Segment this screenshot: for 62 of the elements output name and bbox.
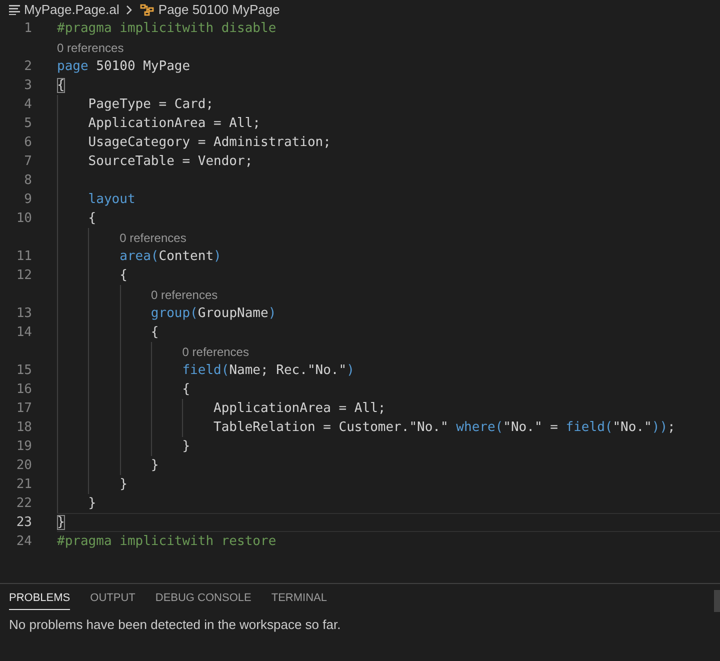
references-link[interactable]: 0 references xyxy=(57,40,124,54)
line-number: 19 xyxy=(15,439,32,454)
line-number: 2 xyxy=(23,59,32,74)
code-line: ApplicationArea = All; xyxy=(212,401,386,416)
code-line: #pragma implicitwith disable xyxy=(57,21,276,36)
line-number: 11 xyxy=(15,249,32,264)
code-line: { xyxy=(150,325,159,340)
panel-tab[interactable]: TERMINAL xyxy=(271,592,327,610)
code-line: group(GroupName) xyxy=(150,306,276,321)
code-line: { xyxy=(87,211,96,226)
code-line: UsageCategory = Administration; xyxy=(87,135,331,150)
line-number: 6 xyxy=(23,135,32,150)
scrollbar-thumb[interactable] xyxy=(714,590,720,612)
line-number: 12 xyxy=(15,268,32,283)
line-number: 8 xyxy=(23,173,32,188)
line-number: 24 xyxy=(15,534,32,549)
code-line: } xyxy=(118,477,128,492)
line-number: 20 xyxy=(15,458,32,473)
file-name[interactable]: MyPage.Page.al xyxy=(24,2,120,17)
line-number: 5 xyxy=(23,116,32,131)
code-line: { xyxy=(57,78,65,93)
code-line: ApplicationArea = All; xyxy=(87,116,260,131)
line-number: 15 xyxy=(15,363,32,378)
chevron-icon xyxy=(126,4,134,14)
code-line: } xyxy=(181,439,190,454)
code-line: field(Name; Rec."No.") xyxy=(181,363,354,378)
line-number: 23 xyxy=(15,515,32,530)
code-line: SourceTable = Vendor; xyxy=(87,154,253,169)
references-link[interactable]: 0 references xyxy=(120,230,186,244)
code-line: { xyxy=(181,382,190,397)
line-number: 10 xyxy=(15,211,32,226)
code-line: { xyxy=(118,268,128,283)
panel-tab[interactable]: DEBUG CONSOLE xyxy=(155,592,252,610)
code-line: area(Content) xyxy=(118,249,222,264)
line-number: 13 xyxy=(15,306,32,321)
line-number: 7 xyxy=(23,154,32,169)
code-line: } xyxy=(87,496,96,511)
symbol-name[interactable]: Page 50100 MyPage xyxy=(158,2,280,17)
references-link[interactable]: 0 references xyxy=(182,344,249,358)
code-line: PageType = Card; xyxy=(87,97,214,112)
panel-tab[interactable]: OUTPUT xyxy=(90,592,136,610)
references-link[interactable]: 0 references xyxy=(150,288,218,302)
panel-tab[interactable]: PROBLEMS xyxy=(9,592,70,610)
line-number: 17 xyxy=(15,401,32,416)
line-number: 18 xyxy=(15,420,32,435)
line-number: 21 xyxy=(15,477,32,492)
line-number: 22 xyxy=(15,496,32,511)
code-line: } xyxy=(57,515,65,530)
list-icon xyxy=(9,4,20,14)
line-number: 14 xyxy=(15,325,32,340)
line-number: 16 xyxy=(15,382,32,397)
line-number: 1 xyxy=(23,21,32,36)
status-message: No problems have been detected in the workspace so far. xyxy=(8,616,342,632)
line-number: 3 xyxy=(23,78,32,93)
code-line: } xyxy=(150,458,159,473)
code-line: layout xyxy=(87,192,136,207)
code-line: TableRelation = Customer."No." where("No." = field("No.")); xyxy=(212,420,676,435)
line-number: 9 xyxy=(23,192,32,207)
symbol-icon xyxy=(140,4,154,16)
code-line: page 50100 MyPage xyxy=(57,59,190,74)
code-line: #pragma implicitwith restore xyxy=(57,534,276,549)
line-number: 4 xyxy=(23,97,32,112)
